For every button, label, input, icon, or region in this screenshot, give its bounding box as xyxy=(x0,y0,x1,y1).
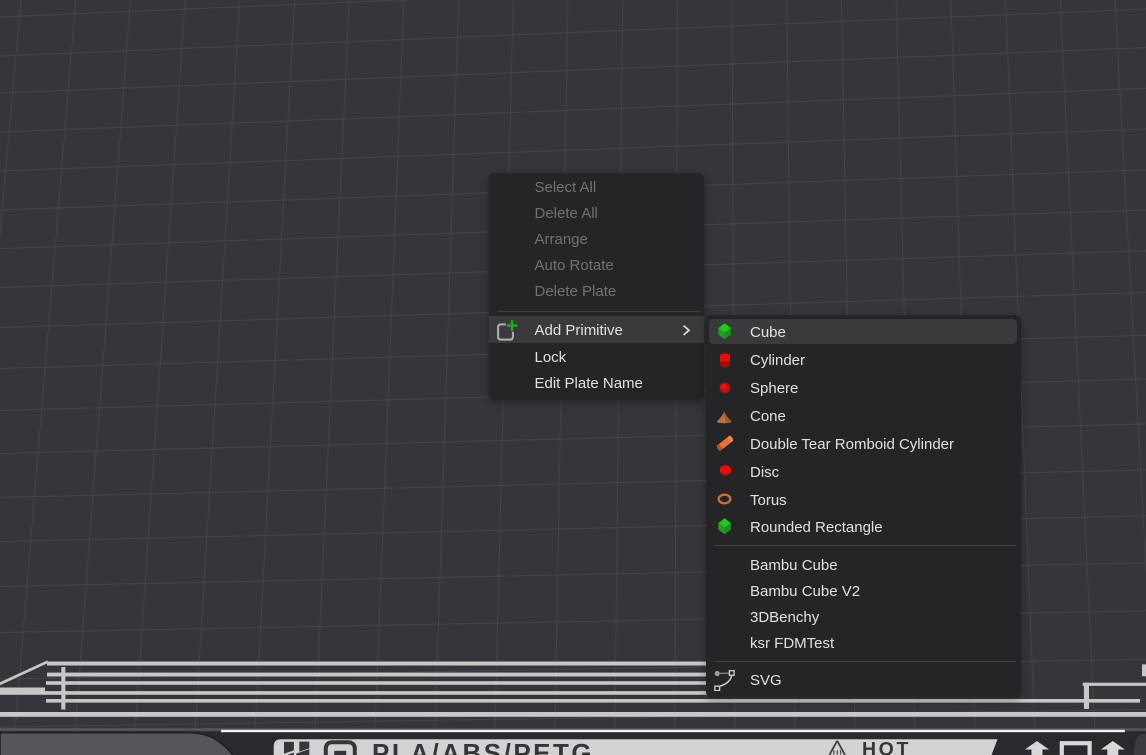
svg-text:HOT: HOT xyxy=(862,739,911,755)
svg-text:PLA/ABS/PETG: PLA/ABS/PETG xyxy=(372,738,594,755)
